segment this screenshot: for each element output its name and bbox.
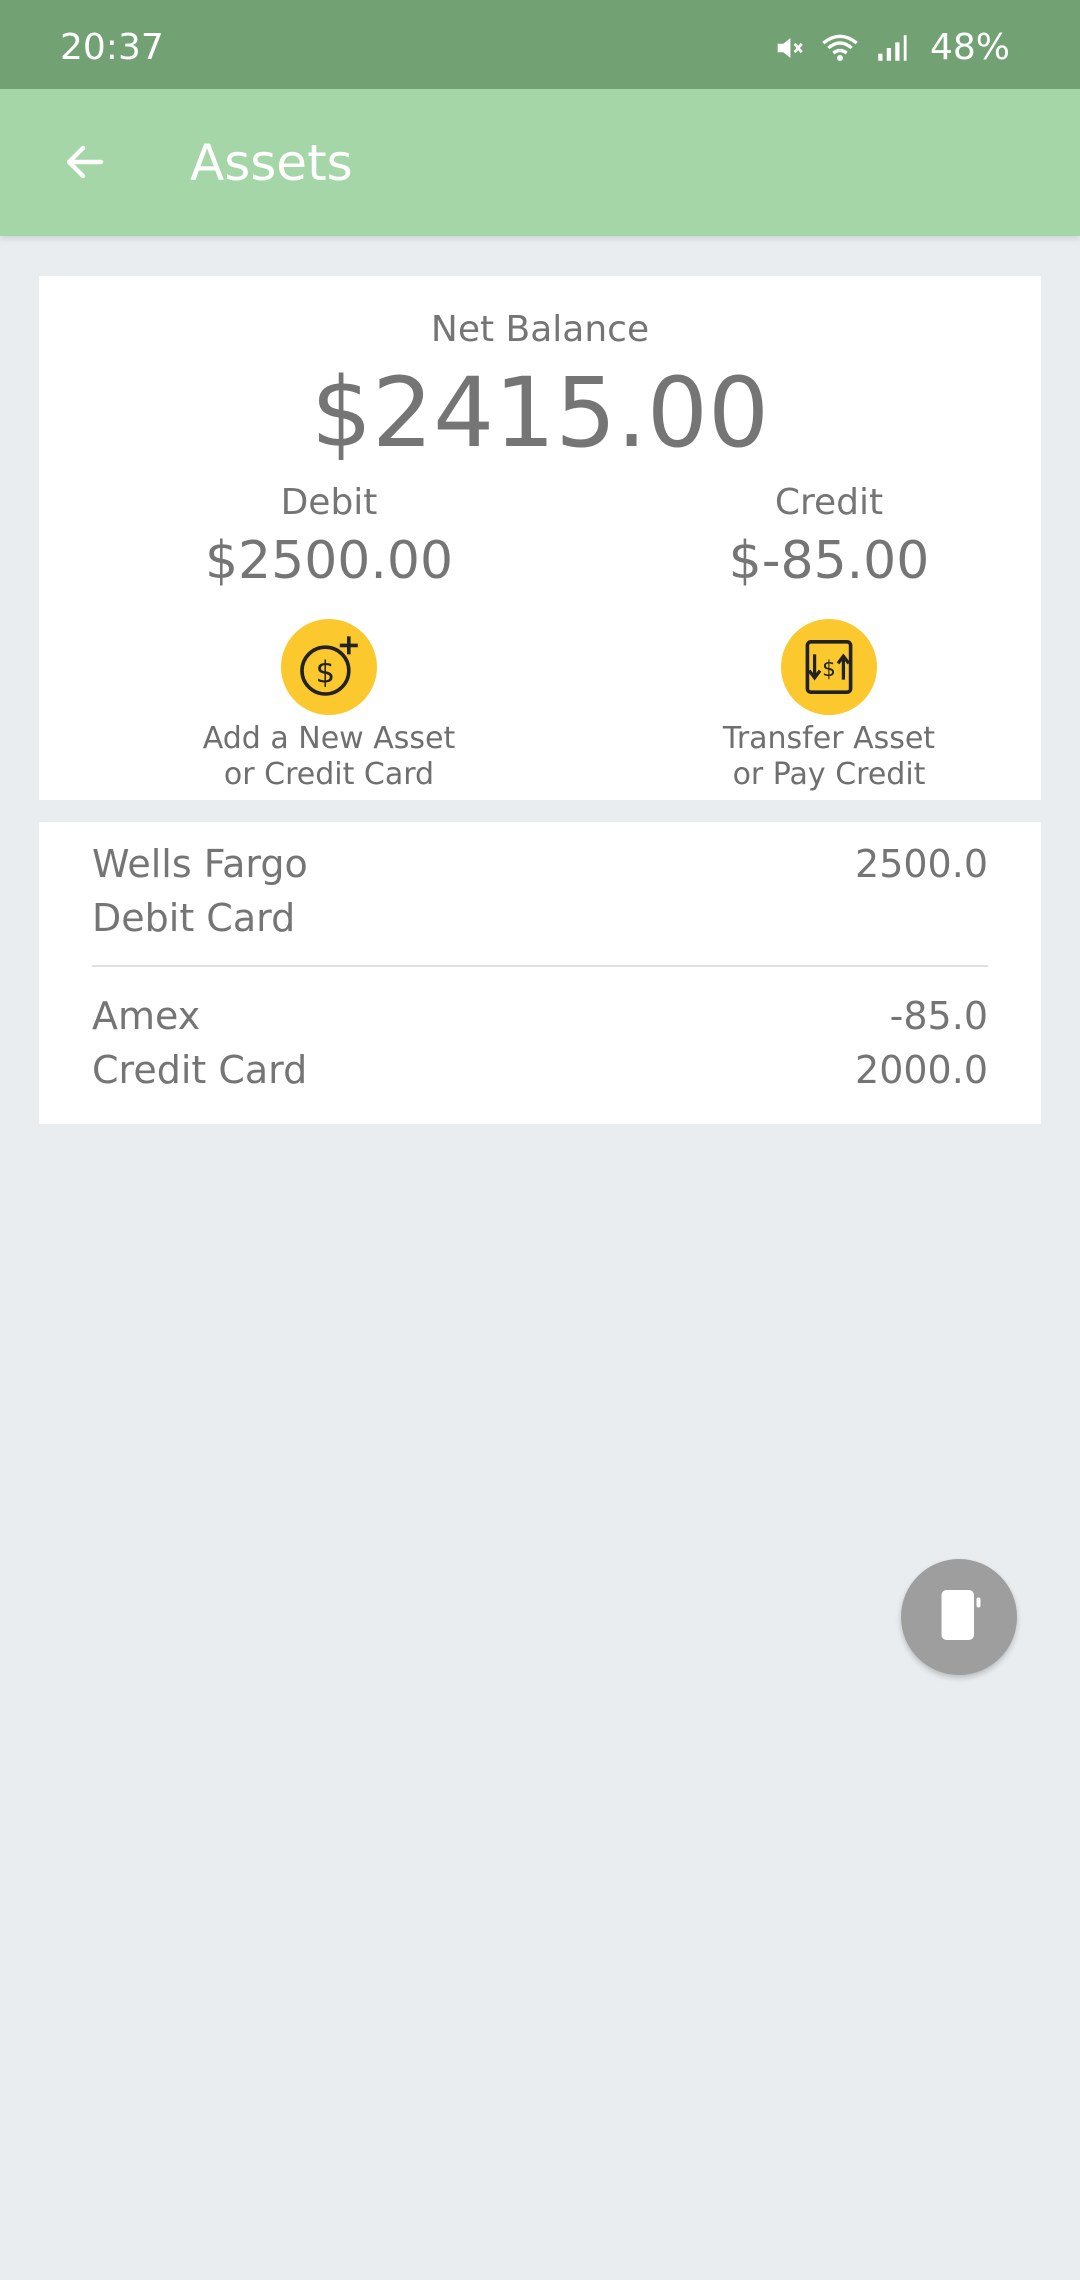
add-asset-label-line1: Add a New Asset (202, 721, 456, 756)
add-asset-label-line2: or Credit Card (223, 757, 435, 792)
net-balance-value: $2415.00 (310, 357, 770, 469)
account-name: Amex (92, 994, 201, 1038)
transfer-label-line1: Transfer Asset (722, 721, 936, 756)
account-balance: -85.0 (889, 994, 988, 1038)
add-asset-button[interactable]: $ Add a New Asset or Credit Card (119, 619, 539, 793)
svg-text:$: $ (316, 655, 335, 690)
status-icons: 48% (772, 30, 1010, 66)
status-bar: 20:37 48% (0, 0, 1080, 89)
credit-label: Credit (774, 482, 884, 523)
summary-card: Net Balance $2415.00 Debit $2500.00 Cred… (39, 276, 1041, 800)
transfer-label-line2: or Pay Credit (732, 757, 926, 792)
back-button[interactable] (40, 119, 130, 209)
account-type: Debit Card (92, 896, 296, 940)
account-item-wells-fargo[interactable]: Wells Fargo Debit Card 2500.0 (92, 842, 988, 982)
debit-value: $2500.00 (204, 531, 454, 592)
account-name: Wells Fargo (92, 842, 308, 886)
transfer-dollar-icon: $ (781, 619, 877, 715)
account-type: Credit Card (92, 1048, 308, 1092)
net-balance-label: Net Balance (430, 309, 650, 350)
svg-text:$: $ (822, 657, 836, 682)
back-arrow-icon (61, 138, 109, 190)
wifi-icon (820, 31, 860, 65)
dollar-coin-plus-icon: $ (281, 619, 377, 715)
device-icon (934, 1585, 984, 1649)
debit-label: Debit (280, 482, 378, 523)
divider (92, 965, 988, 967)
accounts-list: Wells Fargo Debit Card 2500.0 Amex Credi… (39, 822, 1041, 1124)
floating-action-button[interactable] (901, 1559, 1017, 1675)
battery-level: 48% (929, 27, 1010, 68)
app-bar: Assets (0, 89, 1080, 236)
mute-icon (772, 31, 806, 65)
account-balance: 2500.0 (855, 842, 988, 886)
status-time: 20:37 (60, 27, 164, 68)
signal-icon (874, 31, 908, 65)
page-title: Assets (190, 134, 353, 192)
account-item-amex[interactable]: Amex Credit Card -85.0 2000.0 (92, 994, 988, 1134)
debit-column: Debit $2500.00 (119, 481, 539, 593)
credit-value: $-85.00 (728, 531, 930, 592)
account-limit: 2000.0 (855, 1048, 988, 1092)
transfer-asset-button[interactable]: $ Transfer Asset or Pay Credit (619, 619, 1039, 793)
credit-column: Credit $-85.00 (619, 481, 1039, 593)
